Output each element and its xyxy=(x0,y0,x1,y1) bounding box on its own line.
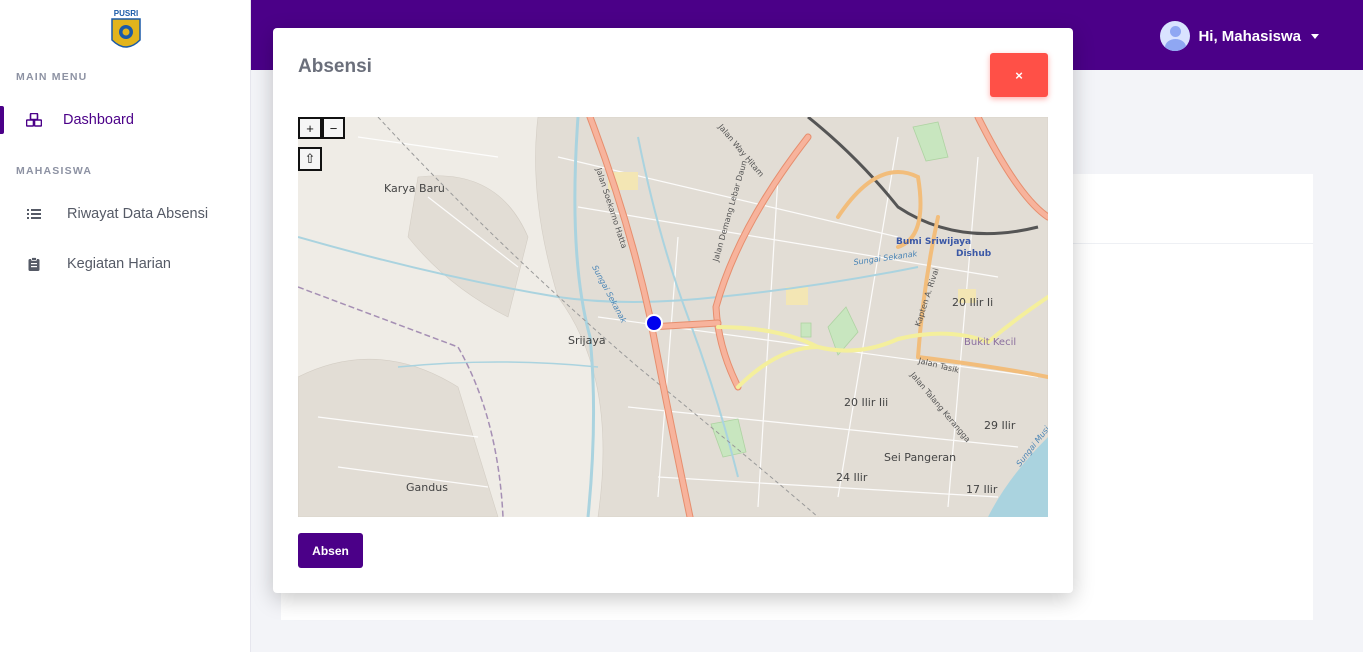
absen-button[interactable]: Absen xyxy=(298,533,363,568)
caret-down-icon xyxy=(1311,33,1319,39)
avatar xyxy=(1160,21,1191,51)
map-place-label: Bukit Kecil xyxy=(964,337,1016,348)
close-button[interactable]: × xyxy=(990,53,1048,97)
absensi-modal: Absensi × Karya Baru Srijaya Gandus Bumi… xyxy=(273,28,1073,593)
locate-button[interactable]: ⇧ xyxy=(298,147,322,171)
user-menu[interactable]: Hi, Mahasiswa xyxy=(1160,20,1319,52)
map-place-label: Srijaya xyxy=(568,334,606,347)
sidebar-item-dashboard[interactable]: Dashboard xyxy=(0,103,250,137)
map-place-label: Gandus xyxy=(406,481,448,494)
location-marker[interactable] xyxy=(645,314,663,332)
sidebar-item-kegiatan-harian[interactable]: Kegiatan Harian xyxy=(0,247,250,281)
sidebar-item-riwayat-data-absensi[interactable]: Riwayat Data Absensi xyxy=(0,197,250,231)
map-place-label: 24 Ilir xyxy=(836,471,868,484)
active-indicator xyxy=(0,106,4,134)
main-menu-title: MAIN MENU xyxy=(16,71,88,83)
modal-title: Absensi xyxy=(298,56,372,77)
svg-text:PUSRI: PUSRI xyxy=(114,9,138,18)
map-place-label: Sei Pangeran xyxy=(884,451,956,464)
user-greeting: Hi, Mahasiswa xyxy=(1198,27,1301,45)
sidebar-item-label: Kegiatan Harian xyxy=(67,256,171,272)
zoom-out-button[interactable]: − xyxy=(322,117,345,139)
clipboard-icon xyxy=(26,256,42,272)
map-place-label: Dishub xyxy=(956,249,992,259)
map-place-label: 20 Ilir Iii xyxy=(844,396,888,409)
mahasiswa-title: MAHASISWA xyxy=(16,165,93,177)
sidebar-item-label: Riwayat Data Absensi xyxy=(67,206,209,222)
map-place-label: 29 Ilir xyxy=(984,419,1016,432)
zoom-in-button[interactable]: + xyxy=(298,117,322,139)
map-place-label: 20 Ilir Ii xyxy=(952,296,993,309)
sidebar: PUSRI MAIN MENU Dashboard MAHASISWA Riwa… xyxy=(0,0,251,652)
cubes-icon xyxy=(26,112,42,128)
map-place-label: Karya Baru xyxy=(384,182,445,195)
map-place-label: Bumi Sriwijaya xyxy=(896,237,971,247)
list-icon xyxy=(26,206,42,222)
map-tiles[interactable]: Karya Baru Srijaya Gandus Bumi Sriwijaya… xyxy=(298,117,1048,517)
map-place-label: 17 Ilir xyxy=(966,483,998,496)
map[interactable]: Karya Baru Srijaya Gandus Bumi Sriwijaya… xyxy=(298,117,1048,517)
pusri-logo[interactable]: PUSRI xyxy=(108,8,144,54)
sidebar-item-label: Dashboard xyxy=(63,112,134,128)
